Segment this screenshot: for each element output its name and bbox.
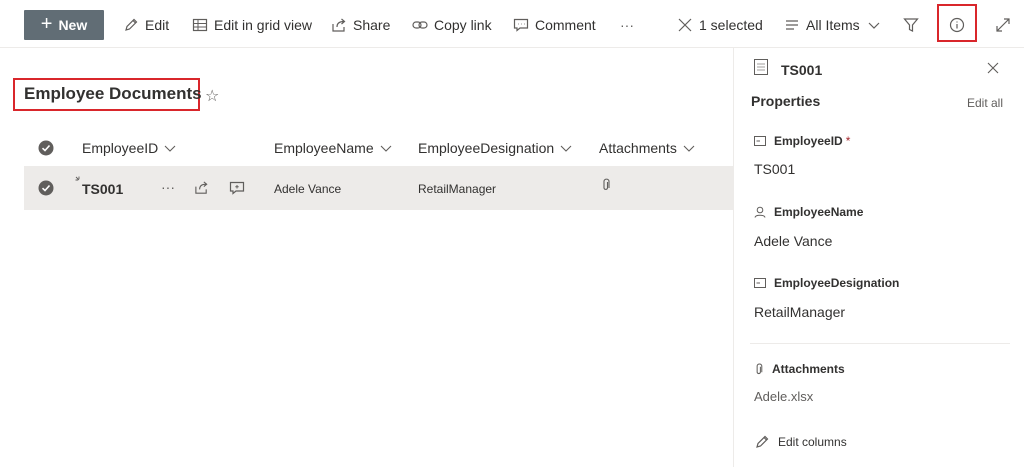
edit-label: Edit: [145, 17, 170, 33]
employeeid-field-label: EmployeeID *: [754, 134, 850, 148]
command-bar: + New Edit Edit in grid view Share Copy …: [0, 0, 1024, 48]
link-icon: [412, 21, 428, 29]
excel-file-icon: [754, 59, 768, 75]
employeeid-field-value[interactable]: TS001: [754, 161, 795, 177]
employeedesignation-field-label: EmployeeDesignation: [754, 276, 899, 290]
share-label: Share: [353, 17, 391, 33]
copy-link-label: Copy link: [434, 17, 492, 33]
employee-id-cell[interactable]: TS001: [82, 181, 123, 197]
list-view-icon: [786, 20, 798, 30]
chevron-down-icon: [683, 145, 695, 152]
attachments-field-label: Attachments: [754, 362, 845, 376]
paperclip-icon: [603, 178, 610, 190]
row-checkbox-checked-icon[interactable]: [38, 180, 54, 196]
pencil-icon: [125, 18, 138, 31]
column-header-employeename[interactable]: EmployeeName: [274, 138, 392, 158]
employeedesignation-field-value[interactable]: RetailManager: [754, 304, 845, 320]
close-icon: [678, 18, 692, 32]
expand-icon: [996, 18, 1010, 32]
column-header-label: EmployeeID: [82, 140, 159, 156]
chevron-down-icon: [560, 145, 572, 152]
column-header-label: EmployeeDesignation: [418, 140, 555, 156]
new-button-label: New: [58, 17, 88, 33]
grid-icon: [192, 18, 208, 32]
edit-all-link[interactable]: Edit all: [967, 96, 1003, 110]
list-title: Employee Documents: [24, 84, 202, 103]
employee-name-cell: Adele Vance: [274, 182, 342, 196]
field-label-text: Attachments: [772, 362, 845, 376]
edit-grid-button[interactable]: Edit in grid view: [192, 10, 312, 40]
column-header-employeeid[interactable]: EmployeeID: [82, 138, 176, 158]
text-field-icon: [754, 136, 766, 146]
share-button[interactable]: Share: [331, 10, 390, 40]
chevron-down-icon: [380, 145, 391, 152]
details-pane: TS001 Properties Edit all EmployeeID * T…: [733, 48, 1024, 467]
share-icon: [332, 18, 346, 32]
comment-icon[interactable]: [229, 180, 245, 196]
more-icon: ···: [620, 17, 634, 33]
employee-designation-cell: RetailManager: [418, 182, 497, 196]
text-field-icon: [754, 278, 766, 288]
pencil-icon: [756, 435, 769, 448]
paperclip-icon: [756, 363, 763, 374]
more-options-button[interactable]: ···: [620, 10, 634, 40]
details-title: TS001: [781, 62, 823, 78]
table-row[interactable]: TS001 ··· Adele Vance RetailManager: [24, 166, 734, 210]
comment-button[interactable]: Comment: [513, 10, 596, 40]
attachment-file-link[interactable]: Adele.xlsx: [754, 389, 813, 404]
field-label-text: EmployeeID: [774, 134, 843, 148]
chevron-down-icon: [868, 22, 880, 29]
view-selector[interactable]: All Items: [784, 10, 880, 40]
edit-columns-label: Edit columns: [778, 435, 847, 449]
column-header-label: EmployeeName: [274, 140, 374, 156]
divider: [750, 343, 1010, 344]
clear-selection-button[interactable]: 1 selected: [677, 10, 763, 40]
chevron-down-icon: [164, 145, 176, 152]
edit-columns-link[interactable]: Edit columns: [754, 434, 847, 450]
comment-icon: [513, 18, 529, 32]
row-more-button[interactable]: ···: [161, 179, 175, 195]
plus-icon: +: [40, 13, 53, 35]
expand-button[interactable]: [995, 10, 1011, 40]
field-label-text: EmployeeName: [774, 205, 864, 219]
employeename-field-value[interactable]: Adele Vance: [754, 233, 832, 249]
required-asterisk: *: [845, 134, 851, 148]
field-label-text: EmployeeDesignation: [774, 276, 900, 290]
person-icon: [754, 206, 766, 218]
edit-grid-label: Edit in grid view: [214, 17, 313, 33]
highlight-info-button: [937, 4, 977, 42]
column-header-label: Attachments: [599, 140, 677, 156]
check-circle-icon: [38, 140, 54, 156]
select-all-checkbox[interactable]: [38, 138, 54, 158]
share-icon[interactable]: [194, 180, 209, 195]
employeename-field-label: EmployeeName: [754, 205, 863, 219]
favorite-star-icon[interactable]: ☆: [205, 86, 219, 106]
new-button[interactable]: + New: [24, 10, 104, 40]
properties-heading: Properties: [751, 93, 821, 109]
close-icon[interactable]: [987, 62, 999, 74]
edit-button[interactable]: Edit: [123, 10, 169, 40]
filter-icon: [903, 18, 919, 32]
copy-link-button[interactable]: Copy link: [412, 10, 492, 40]
comment-label: Comment: [535, 17, 596, 33]
selected-count: 1 selected: [699, 17, 763, 33]
filter-button[interactable]: [903, 10, 919, 40]
column-header-attachments[interactable]: Attachments: [599, 138, 695, 158]
view-label: All Items: [806, 17, 860, 33]
column-header-employeedesignation[interactable]: EmployeeDesignation: [418, 138, 572, 158]
